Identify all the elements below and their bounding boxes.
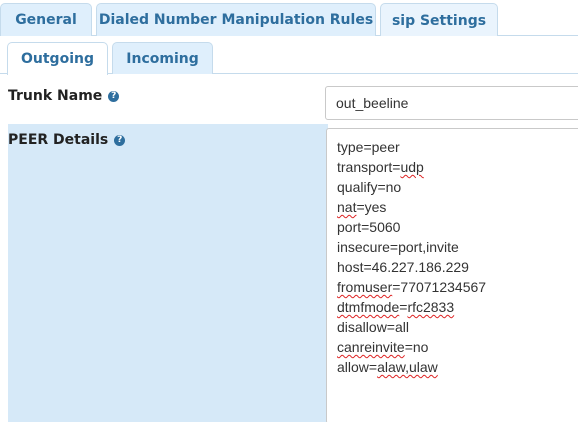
sub-tab-bar: Outgoing Incoming	[0, 42, 578, 75]
tab-general[interactable]: General	[0, 3, 92, 36]
tab-sip-settings-label: sip Settings	[391, 12, 487, 29]
tab-outgoing-label: Outgoing	[21, 51, 94, 67]
peer-line: fromuser=77071234567	[337, 279, 487, 295]
tab-general-label: General	[15, 12, 77, 28]
trunk-name-input[interactable]	[325, 86, 578, 120]
peer-details-label-cell	[8, 124, 328, 422]
peer-line: type=peer	[337, 139, 400, 155]
trunk-settings-page: General Dialed Number Manipulation Rules…	[0, 0, 578, 422]
peer-line: insecure=port,invite	[337, 239, 459, 255]
peer-line: dtmfmode=rfc2833	[337, 299, 455, 315]
tab-incoming[interactable]: Incoming	[112, 42, 213, 74]
peer-line: transport=udp	[337, 159, 424, 175]
trunk-name-label: Trunk Name ?	[8, 86, 120, 106]
peer-details-label-text: PEER Details	[8, 132, 109, 148]
tab-dialed-number-label: Dialed Number Manipulation Rules	[98, 12, 374, 28]
help-icon[interactable]: ?	[108, 90, 120, 102]
peer-line: canreinvite=no	[337, 339, 429, 355]
peer-details-textarea[interactable]: type=peer transport=udp qualify=no nat=y…	[326, 128, 578, 422]
trunk-name-label-text: Trunk Name	[8, 88, 103, 104]
peer-line: nat=yes	[337, 199, 387, 215]
tab-dialed-number-manipulation-rules[interactable]: Dialed Number Manipulation Rules	[96, 3, 376, 36]
tab-outgoing[interactable]: Outgoing	[7, 42, 108, 75]
tab-sip-settings[interactable]: sip Settings	[380, 3, 498, 37]
peer-line: allow=alaw,ulaw	[337, 359, 438, 375]
top-tab-bar: General Dialed Number Manipulation Rules…	[0, 0, 578, 37]
peer-line: port=5060	[337, 219, 401, 235]
peer-line: host=46.227.186.229	[337, 259, 469, 275]
peer-line: disallow=all	[337, 319, 409, 335]
peer-details-label: PEER Details ?	[8, 130, 126, 150]
tab-incoming-label: Incoming	[126, 50, 199, 67]
help-icon[interactable]: ?	[114, 134, 126, 146]
peer-line: qualify=no	[337, 179, 402, 195]
